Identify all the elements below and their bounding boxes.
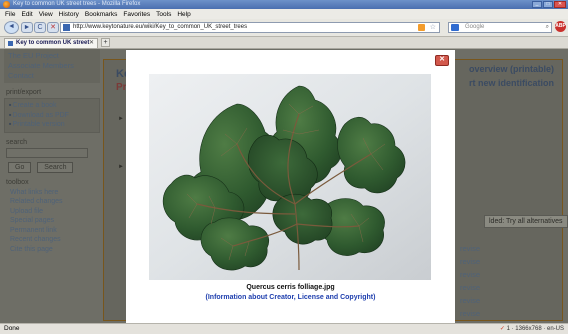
search-bar[interactable]: Google ⌕ bbox=[448, 22, 552, 33]
search-go-icon[interactable]: ⌕ bbox=[546, 23, 549, 32]
sidebar-link-eu-project[interactable]: The EU Project bbox=[8, 51, 96, 61]
search-heading: search bbox=[6, 138, 28, 146]
navigation-toolbar: ◄ ► C ✕ http://www.keytonature.eu/wiki/K… bbox=[0, 19, 568, 37]
menu-bar: File Edit View History Bookmarks Favorit… bbox=[0, 9, 568, 19]
rss-feed-icon[interactable] bbox=[418, 24, 425, 31]
permanent-link[interactable]: Permanent link bbox=[4, 226, 100, 236]
menu-file[interactable]: File bbox=[5, 11, 15, 18]
security-check-icon: ✓ bbox=[499, 326, 507, 332]
adblock-icon[interactable]: ABP bbox=[555, 21, 566, 32]
revise-link[interactable]: revise bbox=[460, 270, 480, 279]
download-pdf-link[interactable]: Download as PDF bbox=[9, 111, 95, 121]
revise-link[interactable]: revise bbox=[460, 309, 480, 318]
image-lightbox: ✕ Quercus cerris folliage.jpg (Informati… bbox=[126, 50, 455, 325]
firefox-logo-icon bbox=[3, 1, 10, 8]
tab-close-icon[interactable]: ✕ bbox=[89, 39, 94, 48]
upload-file-link[interactable]: Upload file bbox=[4, 207, 100, 217]
revise-link[interactable]: revise bbox=[460, 244, 480, 253]
new-tab-button[interactable]: + bbox=[101, 38, 110, 47]
toolbox-heading: toolbox bbox=[6, 178, 29, 186]
print-export-box: Create a book Download as PDF Printable … bbox=[4, 98, 100, 133]
window-title: Key to common UK street trees - Mozilla … bbox=[13, 1, 141, 7]
search-placeholder: Google bbox=[465, 24, 485, 30]
sidebar-link-associate-members[interactable]: Associate Members bbox=[8, 61, 96, 71]
printable-version-link[interactable]: Printable version bbox=[9, 120, 95, 130]
arrow-icon: ► bbox=[118, 164, 124, 170]
recent-changes-link[interactable]: Recent changes bbox=[4, 235, 100, 245]
menu-edit[interactable]: Edit bbox=[21, 11, 32, 18]
oak-leaf-photo bbox=[149, 74, 431, 280]
go-button[interactable]: Go bbox=[8, 161, 32, 173]
forward-button[interactable]: ► bbox=[21, 22, 33, 33]
tab-favicon-icon bbox=[8, 41, 13, 46]
print-export-heading: print/export bbox=[6, 89, 42, 96]
revise-link[interactable]: revise bbox=[460, 257, 480, 266]
menu-view[interactable]: View bbox=[39, 11, 53, 18]
title-bar: Key to common UK street trees - Mozilla … bbox=[0, 0, 568, 9]
tab-bar: Key to common UK street tr... ✕ + bbox=[0, 37, 568, 55]
overview-printable-link[interactable]: overview (printable) bbox=[469, 64, 554, 74]
what-links-here-link[interactable]: What links here bbox=[4, 188, 100, 198]
sidebar: The EU Project Associate Members Contact… bbox=[4, 49, 100, 254]
status-bar: Done ✓ 1 · 1366x768 · en-US bbox=[0, 323, 568, 334]
tab-key-to-trees[interactable]: Key to common UK street tr... ✕ bbox=[4, 38, 98, 55]
address-bar[interactable]: http://www.keytonature.eu/wiki/Key_to_co… bbox=[60, 22, 440, 33]
site-favicon-icon bbox=[63, 24, 70, 31]
url-text[interactable]: http://www.keytonature.eu/wiki/Key_to_co… bbox=[73, 23, 247, 32]
sidebar-top-links: The EU Project Associate Members Contact bbox=[4, 49, 100, 83]
revise-link[interactable]: revise bbox=[460, 283, 480, 292]
minimize-button[interactable]: _ bbox=[532, 1, 542, 8]
new-identification-link[interactable]: rt new identification bbox=[469, 78, 554, 88]
page-subtitle: Pr bbox=[116, 82, 127, 93]
reload-button[interactable]: C bbox=[34, 22, 46, 33]
menu-tools[interactable]: Tools bbox=[156, 11, 171, 18]
cite-page-link[interactable]: Cite this page bbox=[4, 245, 100, 255]
wiki-search-input[interactable] bbox=[6, 147, 88, 158]
menu-bookmarks[interactable]: Bookmarks bbox=[85, 11, 118, 18]
window-controls: _ □ ✕ bbox=[532, 1, 566, 8]
back-button[interactable]: ◄ bbox=[4, 21, 19, 34]
create-book-link[interactable]: Create a book bbox=[9, 101, 95, 111]
related-changes-link[interactable]: Related changes bbox=[4, 197, 100, 207]
try-alternatives-button[interactable]: lded: Try all alternatives bbox=[484, 215, 568, 228]
status-info: 1 · 1366x768 · en-US bbox=[506, 326, 564, 332]
stop-button[interactable]: ✕ bbox=[47, 22, 59, 33]
image-credit-link[interactable]: (Information about Creator, License and … bbox=[126, 294, 455, 301]
menu-help[interactable]: Help bbox=[177, 11, 190, 18]
revise-link[interactable]: revise bbox=[460, 296, 480, 305]
close-window-button[interactable]: ✕ bbox=[554, 1, 566, 8]
arrow-icon: ► bbox=[118, 116, 124, 122]
image-caption: Quercus cerris folliage.jpg bbox=[246, 284, 335, 291]
special-pages-link[interactable]: Special pages bbox=[4, 216, 100, 226]
lightbox-close-button[interactable]: ✕ bbox=[435, 55, 449, 66]
menu-favorites[interactable]: Favorites bbox=[123, 11, 150, 18]
sidebar-link-contact[interactable]: Contact bbox=[8, 71, 96, 81]
bookmark-star-icon[interactable]: ☆ bbox=[430, 23, 436, 32]
search-button[interactable]: Search bbox=[37, 161, 74, 173]
menu-history[interactable]: History bbox=[59, 11, 79, 18]
maximize-button[interactable]: □ bbox=[543, 1, 553, 8]
search-engine-icon[interactable] bbox=[451, 24, 459, 31]
